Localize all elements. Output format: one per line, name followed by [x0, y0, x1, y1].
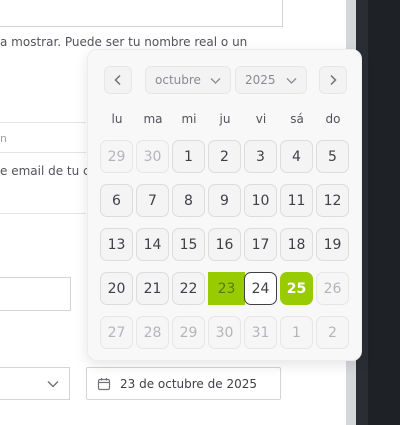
day-cell[interactable]: 17 [244, 228, 277, 261]
select-dropdown[interactable] [0, 367, 70, 400]
year-label: 2025 [245, 73, 276, 87]
day-cell-outside[interactable]: 27 [100, 316, 133, 349]
month-label: octubre [155, 73, 201, 87]
day-cell-range[interactable]: 23 [208, 272, 245, 305]
day-cell[interactable]: 6 [100, 184, 133, 217]
weekday-label: ma [143, 112, 163, 126]
chevron-left-icon [114, 74, 121, 86]
day-cell[interactable]: 9 [208, 184, 241, 217]
day-cell[interactable]: 7 [136, 184, 169, 217]
day-cell-today[interactable]: 24 [244, 272, 277, 305]
day-cell[interactable]: 19 [316, 228, 349, 261]
day-cell-outside[interactable]: 26 [316, 272, 349, 305]
divider [0, 152, 86, 153]
chevron-down-icon [210, 78, 221, 84]
name-helper-text: a mostrar. Puede ser tu nombre real o un [0, 35, 248, 49]
calendar-icon [97, 377, 111, 390]
weekday-label: vi [255, 112, 267, 126]
day-cell[interactable]: 13 [100, 228, 133, 261]
day-cell[interactable]: 18 [280, 228, 313, 261]
chevron-down-icon [47, 381, 59, 388]
day-cell-outside[interactable]: 31 [244, 316, 277, 349]
next-month-button[interactable] [319, 66, 347, 94]
email-helper-text: e email de tu cu [0, 164, 98, 178]
day-cell[interactable]: 1 [172, 140, 205, 173]
day-cell[interactable]: 14 [136, 228, 169, 261]
text-input[interactable] [0, 277, 71, 311]
month-select[interactable]: octubre [145, 66, 231, 94]
year-select[interactable]: 2025 [235, 66, 307, 94]
day-cell-outside[interactable]: 30 [208, 316, 241, 349]
chevron-right-icon [330, 74, 337, 86]
date-picker-popover: octubre 2025 lu ma mi ju vi sá do 29 30 1 2 3 4 5 6 7 8 9… [87, 49, 362, 361]
app-sidebar [368, 0, 400, 425]
day-cell-outside[interactable]: 30 [136, 140, 169, 173]
day-cell[interactable]: 21 [136, 272, 169, 305]
day-cell[interactable]: 11 [280, 184, 313, 217]
weekday-label: do [325, 112, 341, 126]
day-cell[interactable]: 16 [208, 228, 241, 261]
prev-month-button[interactable] [104, 66, 132, 94]
day-cell-outside[interactable]: 29 [100, 140, 133, 173]
weekday-label: mi [181, 112, 197, 126]
date-input[interactable]: 23 de octubre de 2025 [86, 367, 281, 400]
weekday-label: lu [111, 112, 123, 126]
day-cell[interactable]: 2 [208, 140, 241, 173]
weekday-label: ju [219, 112, 231, 126]
day-cell[interactable]: 15 [172, 228, 205, 261]
day-cell[interactable]: 20 [100, 272, 133, 305]
chevron-down-icon [286, 78, 297, 84]
day-cell-outside[interactable]: 28 [136, 316, 169, 349]
day-cell[interactable]: 8 [172, 184, 205, 217]
day-cell-outside[interactable]: 29 [172, 316, 205, 349]
email-input-placeholder: n [0, 132, 7, 145]
day-cell-outside[interactable]: 1 [280, 316, 313, 349]
day-cell[interactable]: 12 [316, 184, 349, 217]
day-cell[interactable]: 4 [280, 140, 313, 173]
divider [0, 122, 86, 123]
day-cell-selected[interactable]: 25 [280, 272, 313, 305]
divider [0, 213, 86, 214]
weekday-label: sá [290, 112, 304, 126]
day-cell[interactable]: 10 [244, 184, 277, 217]
day-cell[interactable]: 5 [316, 140, 349, 173]
name-input[interactable] [0, 0, 283, 27]
date-input-value: 23 de octubre de 2025 [120, 376, 257, 391]
day-cell-outside[interactable]: 2 [316, 316, 349, 349]
day-cell[interactable]: 22 [172, 272, 205, 305]
day-cell[interactable]: 3 [244, 140, 277, 173]
